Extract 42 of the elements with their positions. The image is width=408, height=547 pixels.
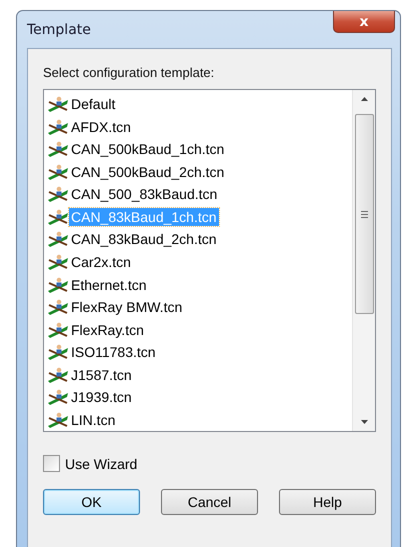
down-arrow-icon xyxy=(360,420,368,424)
scroll-thumb[interactable] xyxy=(354,114,374,314)
person-icon xyxy=(47,141,69,158)
person-icon xyxy=(47,412,69,428)
checkbox-label: Use Wizard xyxy=(65,456,138,472)
dialog-button[interactable]: OK xyxy=(43,489,140,515)
checkbox[interactable] xyxy=(43,455,60,472)
person-icon xyxy=(47,299,69,316)
template-item[interactable]: CAN_500kBaud_1ch.tcn xyxy=(69,140,226,158)
person-icon xyxy=(47,164,69,180)
person-icon xyxy=(47,186,69,202)
template-item[interactable]: FlexRay.tcn xyxy=(69,320,146,339)
close-button[interactable]: x xyxy=(333,11,395,33)
template-item[interactable]: Ethernet.tcn xyxy=(69,276,148,294)
template-item[interactable]: FlexRay BMW.tcn xyxy=(69,298,184,316)
dialog-button[interactable]: Cancel xyxy=(161,489,258,515)
template-item[interactable]: J1587.tcn xyxy=(69,366,134,384)
template-item[interactable]: ISO11783.tcn xyxy=(69,343,158,362)
person-icon xyxy=(47,208,69,225)
person-icon xyxy=(47,254,69,270)
template-item[interactable]: CAN_500_83kBaud.tcn xyxy=(69,185,220,204)
person-icon xyxy=(47,344,69,360)
person-icon xyxy=(47,96,69,112)
template-item[interactable]: CAN_83kBaud_2ch.tcn xyxy=(69,230,219,248)
template-item[interactable]: J1939.tcn xyxy=(69,388,134,406)
dialog-button[interactable]: Help xyxy=(279,489,376,515)
grip-icon xyxy=(360,210,368,218)
person-icon xyxy=(47,366,69,383)
up-arrow-icon xyxy=(360,97,368,101)
person-icon xyxy=(47,322,69,338)
scrollbar[interactable] xyxy=(352,90,375,431)
template-item[interactable]: CAN_500kBaud_2ch.tcn xyxy=(69,162,226,181)
template-item[interactable]: Default xyxy=(69,95,118,114)
window-title: Template xyxy=(27,22,91,38)
person-icon xyxy=(47,118,69,135)
template-item[interactable]: LIN.tcn xyxy=(69,410,118,429)
template-item[interactable]: AFDX.tcn xyxy=(69,118,133,136)
person-icon xyxy=(47,276,69,293)
person-icon xyxy=(47,389,69,406)
prompt-label: Select configuration template: xyxy=(43,65,216,80)
person-icon xyxy=(47,231,69,248)
template-item[interactable]: Car2x.tcn xyxy=(69,252,133,271)
